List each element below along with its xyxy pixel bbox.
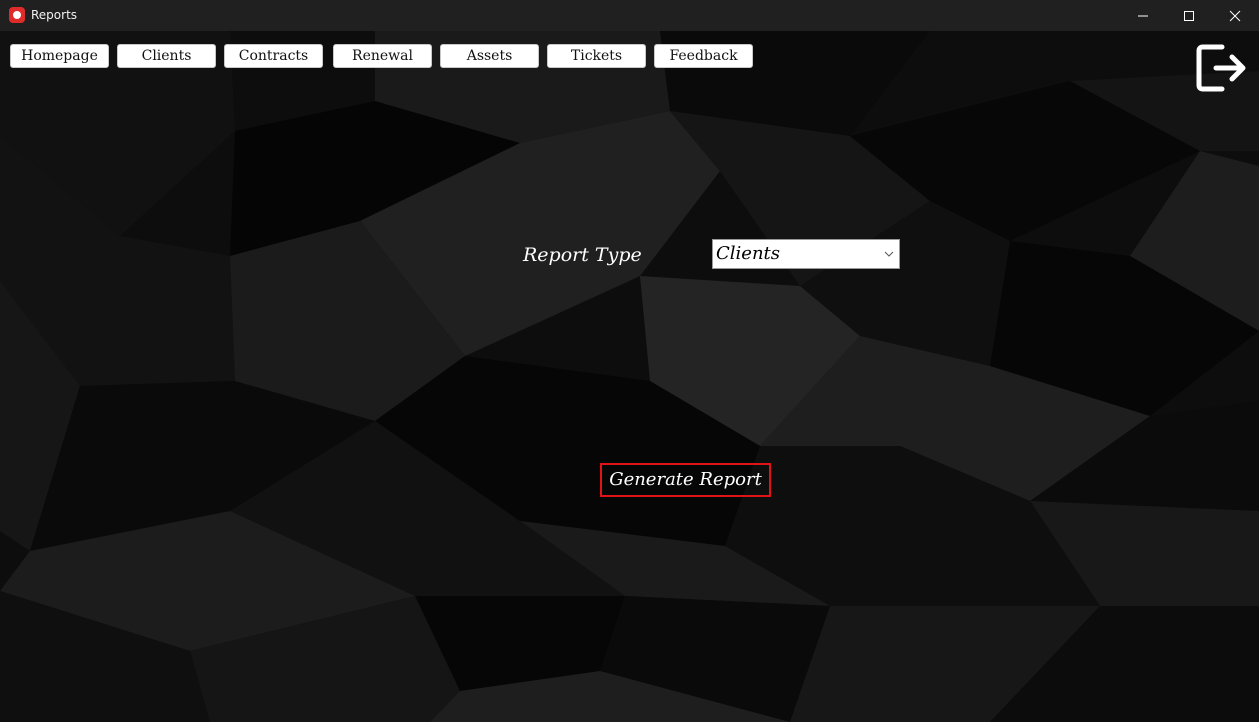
nav-tickets-button[interactable]: Tickets (547, 44, 646, 68)
nav-clients-button[interactable]: Clients (117, 44, 216, 68)
nav-homepage-button[interactable]: Homepage (10, 44, 109, 68)
maximize-button[interactable] (1166, 0, 1212, 31)
report-type-label: Report Type (523, 244, 642, 266)
nav-feedback-button[interactable]: Feedback (654, 44, 753, 68)
report-type-value: Clients (716, 243, 781, 264)
logout-icon (1196, 44, 1246, 92)
title-bar[interactable]: Reports (0, 0, 1259, 31)
logout-button[interactable] (1196, 42, 1248, 94)
nav-assets-button[interactable]: Assets (440, 44, 539, 68)
minimize-button[interactable] (1120, 0, 1166, 31)
low-poly-background (0, 31, 1259, 722)
app-icon (9, 7, 25, 23)
close-button[interactable] (1212, 0, 1258, 31)
nav-renewal-button[interactable]: Renewal (333, 44, 432, 68)
main-content: Homepage Clients Contracts Renewal Asset… (0, 31, 1259, 722)
maximize-icon (1184, 10, 1194, 21)
report-type-select[interactable]: Clients (712, 239, 900, 269)
generate-report-button[interactable]: Generate Report (600, 463, 771, 497)
chevron-down-icon (884, 251, 894, 257)
close-icon (1229, 10, 1241, 21)
minimize-icon (1138, 15, 1148, 16)
reports-window: Reports Homepage Clients Contracts Renew… (0, 0, 1259, 722)
nav-contracts-button[interactable]: Contracts (224, 44, 323, 68)
window-title: Reports (31, 8, 78, 22)
